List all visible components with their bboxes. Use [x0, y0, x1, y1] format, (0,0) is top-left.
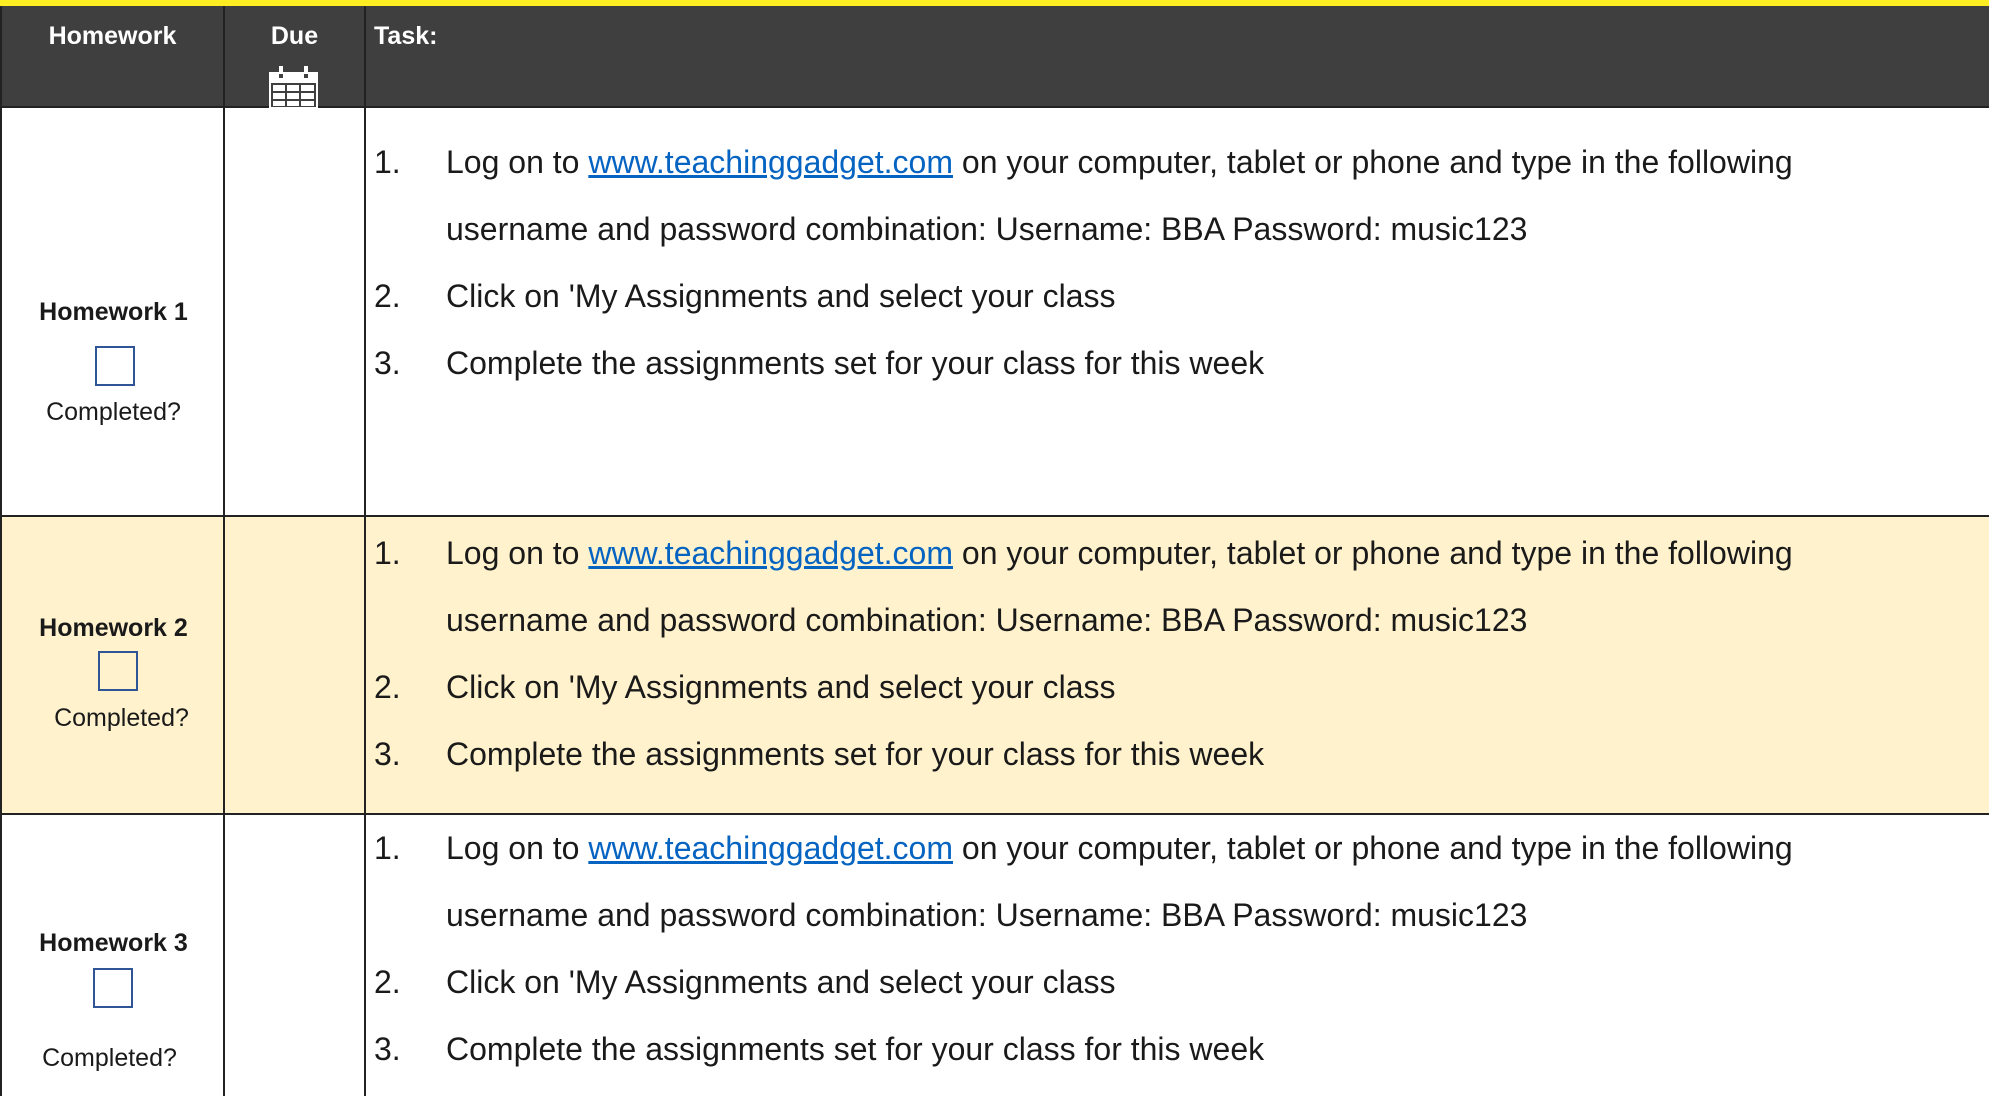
step-text: Log on to www.teachinggadget.com on your… — [446, 815, 1793, 882]
task-step-continuation: username and password combination: Usern… — [366, 196, 1989, 263]
step-text: Click on 'My Assignments and select your… — [446, 278, 1116, 314]
header-task-label: Task: — [374, 22, 438, 50]
homework-cell: Homework 3 Completed? — [2, 815, 225, 1096]
task-list: 1. Log on to www.teachinggadget.com on y… — [366, 129, 1989, 397]
step-prefix: Log on to — [446, 830, 589, 866]
header-due: Due — [225, 6, 366, 109]
homework-cell: Homework 2 Completed? — [2, 517, 225, 813]
step-suffix: on your computer, tablet or phone and ty… — [953, 830, 1793, 866]
step-number: 2. — [374, 669, 401, 705]
completed-checkbox[interactable] — [95, 346, 135, 386]
table-header: Homework Due Task: — [2, 6, 1989, 109]
task-step: 1. Log on to www.teachinggadget.com on y… — [366, 129, 1989, 196]
homework-cell: Homework 1 Completed? — [2, 108, 225, 515]
step-number: 2. — [374, 278, 401, 314]
task-cell: 1. Log on to www.teachinggadget.com on y… — [366, 108, 1989, 515]
task-step-continuation: username and password combination: Usern… — [366, 587, 1989, 654]
task-list: 1. Log on to www.teachinggadget.com on y… — [366, 815, 1989, 1083]
step-text: Complete the assignments set for your cl… — [446, 345, 1265, 381]
step-suffix: on your computer, tablet or phone and ty… — [953, 535, 1793, 571]
task-step: 2. Click on 'My Assignments and select y… — [366, 949, 1989, 1016]
step-text: Log on to www.teachinggadget.com on your… — [446, 129, 1793, 196]
task-step: 3. Complete the assignments set for your… — [366, 330, 1989, 397]
completed-checkbox[interactable] — [98, 651, 138, 691]
header-homework: Homework — [2, 6, 225, 106]
completed-label: Completed? — [46, 398, 181, 426]
step-prefix: Log on to — [446, 535, 589, 571]
calendar-icon — [269, 66, 318, 109]
header-due-label: Due — [270, 22, 319, 50]
completed-checkbox[interactable] — [93, 968, 133, 1008]
homework-table: Homework Due Task: Homework 1 Completed?… — [0, 6, 1989, 1096]
step-number: 1. — [374, 535, 401, 571]
table-row: Homework 1 Completed? 1. Log on to www.t… — [2, 108, 1989, 517]
task-cell: 1. Log on to www.teachinggadget.com on y… — [366, 517, 1989, 813]
homework-title: Homework 1 — [39, 298, 188, 326]
table-row: Homework 3 Completed? 1. Log on to www.t… — [2, 815, 1989, 1096]
step-number: 2. — [374, 964, 401, 1000]
credentials-text: username and password combination: Usern… — [446, 211, 1528, 247]
step-suffix: on your computer, tablet or phone and ty… — [953, 144, 1793, 180]
teachinggadget-link[interactable]: www.teachinggadget.com — [588, 830, 953, 866]
step-number: 3. — [374, 345, 401, 381]
step-text: Complete the assignments set for your cl… — [446, 1031, 1265, 1067]
step-text: Complete the assignments set for your cl… — [446, 736, 1265, 772]
task-step: 3. Complete the assignments set for your… — [366, 1016, 1989, 1083]
homework-title: Homework 3 — [39, 929, 188, 957]
due-date-cell[interactable] — [225, 517, 366, 813]
header-homework-label: Homework — [48, 22, 177, 50]
task-step: 2. Click on 'My Assignments and select y… — [366, 654, 1989, 721]
task-step: 1. Log on to www.teachinggadget.com on y… — [366, 520, 1989, 587]
table-row: Homework 2 Completed? 1. Log on to www.t… — [2, 517, 1989, 815]
step-prefix: Log on to — [446, 144, 589, 180]
teachinggadget-link[interactable]: www.teachinggadget.com — [588, 535, 953, 571]
task-step: 2. Click on 'My Assignments and select y… — [366, 263, 1989, 330]
task-step: 3. Complete the assignments set for your… — [366, 721, 1989, 788]
teachinggadget-link[interactable]: www.teachinggadget.com — [588, 144, 953, 180]
step-number: 1. — [374, 144, 401, 180]
step-number: 3. — [374, 1031, 401, 1067]
homework-title: Homework 2 — [39, 614, 188, 642]
step-number: 3. — [374, 736, 401, 772]
credentials-text: username and password combination: Usern… — [446, 602, 1528, 638]
task-list: 1. Log on to www.teachinggadget.com on y… — [366, 520, 1989, 788]
step-number: 1. — [374, 830, 401, 866]
completed-label: Completed? — [54, 704, 189, 732]
task-step: 1. Log on to www.teachinggadget.com on y… — [366, 815, 1989, 882]
due-date-cell[interactable] — [225, 815, 366, 1096]
step-text: Click on 'My Assignments and select your… — [446, 964, 1116, 1000]
task-cell: 1. Log on to www.teachinggadget.com on y… — [366, 815, 1989, 1096]
due-date-cell[interactable] — [225, 108, 366, 515]
step-text: Click on 'My Assignments and select your… — [446, 669, 1116, 705]
step-text: Log on to www.teachinggadget.com on your… — [446, 520, 1793, 587]
task-step-continuation: username and password combination: Usern… — [366, 882, 1989, 949]
credentials-text: username and password combination: Usern… — [446, 897, 1528, 933]
header-task: Task: — [366, 6, 1989, 106]
completed-label: Completed? — [42, 1044, 177, 1072]
